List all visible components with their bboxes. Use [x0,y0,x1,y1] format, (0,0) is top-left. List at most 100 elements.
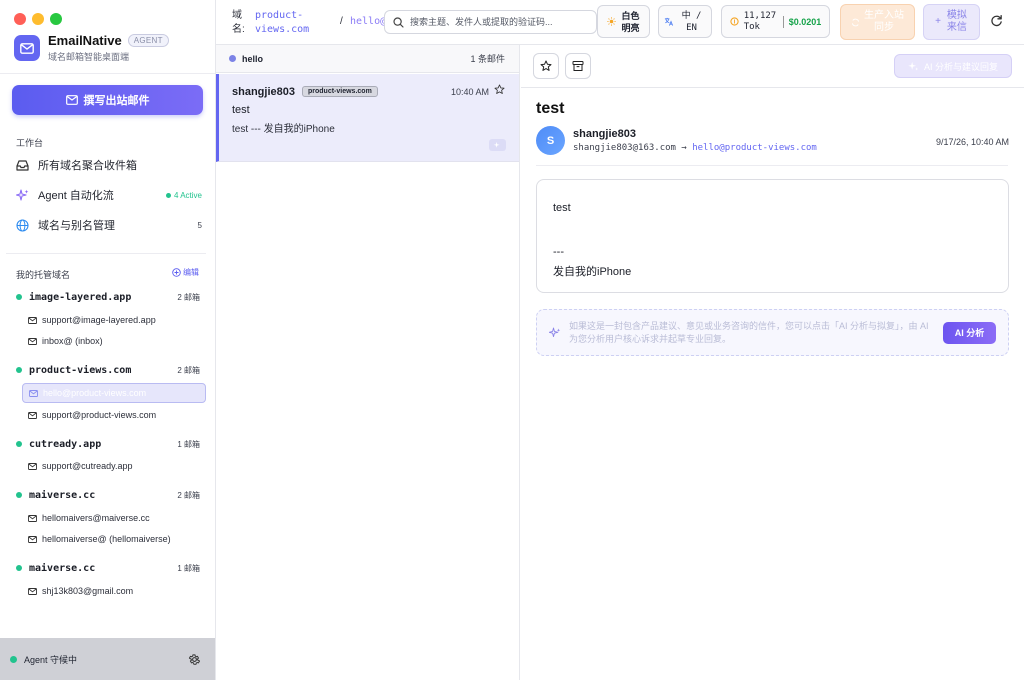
email-body: test --- 发自我的iPhone [536,179,1009,293]
nav-item-agent-flows[interactable]: Agent 自动化流 4 Active [16,185,202,205]
status-dot [16,565,22,571]
brand: EmailNative AGENT 域名邮箱智能桌面端 [14,33,169,63]
sparkles-icon [908,61,919,71]
coin-icon [730,17,739,26]
mailbox-count: 1 邮箱 [177,439,200,449]
domain-name: maiverse.cc [29,562,96,574]
mail-icon [28,316,38,324]
status-dot [10,655,17,663]
domain-item[interactable]: product-views.com 2 邮箱 [16,362,200,378]
close-window-button[interactable] [14,13,26,25]
compose-label: 撰写出站邮件 [83,95,150,107]
mailbox-item[interactable]: hellomaivers@maiverse.cc [22,508,206,528]
domain-tag: product-views.com [302,86,378,97]
theme-label: 白色明亮 [621,10,640,33]
ai-hint-panel: 如果这是一封包含产品建议、意见或业务咨询的信件，您可以点击「AI 分析与拟复」，… [536,309,1009,356]
mail-icon [28,587,38,595]
current-domain[interactable]: product-views.com [255,9,325,37]
token-usage: 11,127 Tok $0.0201 [721,5,830,38]
search-input[interactable] [410,17,590,27]
body-line: test [553,202,571,214]
compose-button[interactable]: 撰写出站邮件 [12,85,203,115]
sidebar-footer: Agent 守候中 [0,638,215,680]
mailbox-address: support@image-layered.app [42,315,156,325]
mail-icon [28,411,38,419]
ai-analyze-button[interactable]: AI 分析 [943,321,996,344]
mock-incoming-button[interactable]: + 模拟来信 [923,4,980,40]
agent-badge: AGENT [127,34,169,47]
sun-icon [606,17,616,26]
domain-item[interactable]: maiverse.cc 2 邮箱 [16,487,200,503]
mail-icon [28,462,38,470]
divider [6,253,206,254]
ai-suggest-label: AI 分析与建议回复 [923,61,998,72]
mailbox-item[interactable]: inbox@ (inbox) [22,331,206,351]
email-date: 9/17/26, 10:40 AM [935,137,1009,147]
token-count: 11,127 Tok [743,10,777,32]
list-item[interactable]: shangjie803 product-views.com 10:40 AM t… [216,74,519,162]
globe-icon [16,218,32,232]
minimize-window-button[interactable] [32,13,44,25]
breadcrumb-separator: / [340,16,343,27]
app-name: EmailNative [48,33,122,48]
theme-toggle[interactable]: 白色明亮 [597,5,650,38]
mailbox-item[interactable]: hellomaiverse@ (hellomaiverse) [22,529,206,549]
body-line: --- [553,246,564,258]
status-dot [16,367,22,373]
sender-name: shangjie803 [573,128,636,140]
divider [782,15,784,28]
nav-label: 所有域名聚合收件箱 [38,160,137,172]
mailbox-item[interactable]: support@image-layered.app [22,310,206,330]
arrow-icon: → [681,143,687,153]
star-icon[interactable] [494,84,505,95]
reader-toolbar: AI 分析与建议回复 [521,45,1024,88]
list-header: hello 1 条邮件 [216,45,519,73]
mail-icon [28,514,38,522]
mailbox-item[interactable]: support@product-views.com [22,405,206,425]
inbound-sync-button[interactable]: 生产入站同步 [840,4,915,40]
sparkles-icon [489,139,506,151]
workspace-heading: 工作台 [16,138,44,148]
mailbox-item-selected[interactable]: hello@product-views.com [22,383,206,403]
refresh-icon[interactable] [990,14,1003,27]
current-mailbox[interactable]: hello@ [350,16,386,27]
language-toggle[interactable]: 中 / EN [658,5,712,38]
mock-label: 模拟来信 [946,10,967,33]
mailbox-item[interactable]: shj13k803@gmail.com [22,581,206,601]
nav-label: 域名与别名管理 [38,220,115,232]
edit-domains-link[interactable]: 编辑 [172,267,199,278]
nav-item-unified-inbox[interactable]: 所有域名聚合收件箱 [16,155,202,175]
window-controls [14,13,62,25]
inbox-icon [16,159,32,171]
sync-icon [851,18,860,26]
mailbox-name: hello [242,53,264,64]
star-button[interactable] [533,53,559,79]
sender-email: shangjie803@163.com [573,143,676,153]
gear-icon[interactable] [188,653,201,666]
message-time: 10:40 AM [450,87,489,97]
mailbox-count: 2 邮箱 [177,365,200,375]
message-count: 1 条邮件 [470,54,505,64]
plus-icon: + [935,16,941,27]
sparkles-icon [16,188,32,202]
domain-item[interactable]: maiverse.cc 1 邮箱 [16,560,200,576]
domain-name: image-layered.app [29,291,132,303]
mailbox-address: support@product-views.com [42,410,157,420]
domain-item[interactable]: cutready.app 1 邮箱 [16,436,200,452]
nav-item-domain-alias[interactable]: 域名与别名管理 5 [16,215,202,235]
ai-suggest-reply-button[interactable]: AI 分析与建议回复 [894,54,1012,78]
archive-button[interactable] [565,53,591,79]
plus-circle-icon [172,268,181,277]
mail-icon [29,389,39,397]
mailbox-count: 1 邮箱 [177,563,200,573]
domain-item[interactable]: image-layered.app 2 邮箱 [16,289,200,305]
sidebar: EmailNative AGENT 域名邮箱智能桌面端 撰写出站邮件 工作台 所… [0,0,216,680]
domain-label: 域名: [232,10,245,35]
mailbox-item[interactable]: support@cutready.app [22,456,206,476]
mailbox-count: 2 邮箱 [177,292,200,302]
top-bar: 域名: product-views.com / hello@ 白色明亮 中 / … [216,0,1024,45]
mailbox-address: shj13k803@gmail.com [42,586,134,596]
maximize-window-button[interactable] [50,13,62,25]
edit-label: 编辑 [183,268,199,277]
body-line: 发自我的iPhone [553,266,632,278]
